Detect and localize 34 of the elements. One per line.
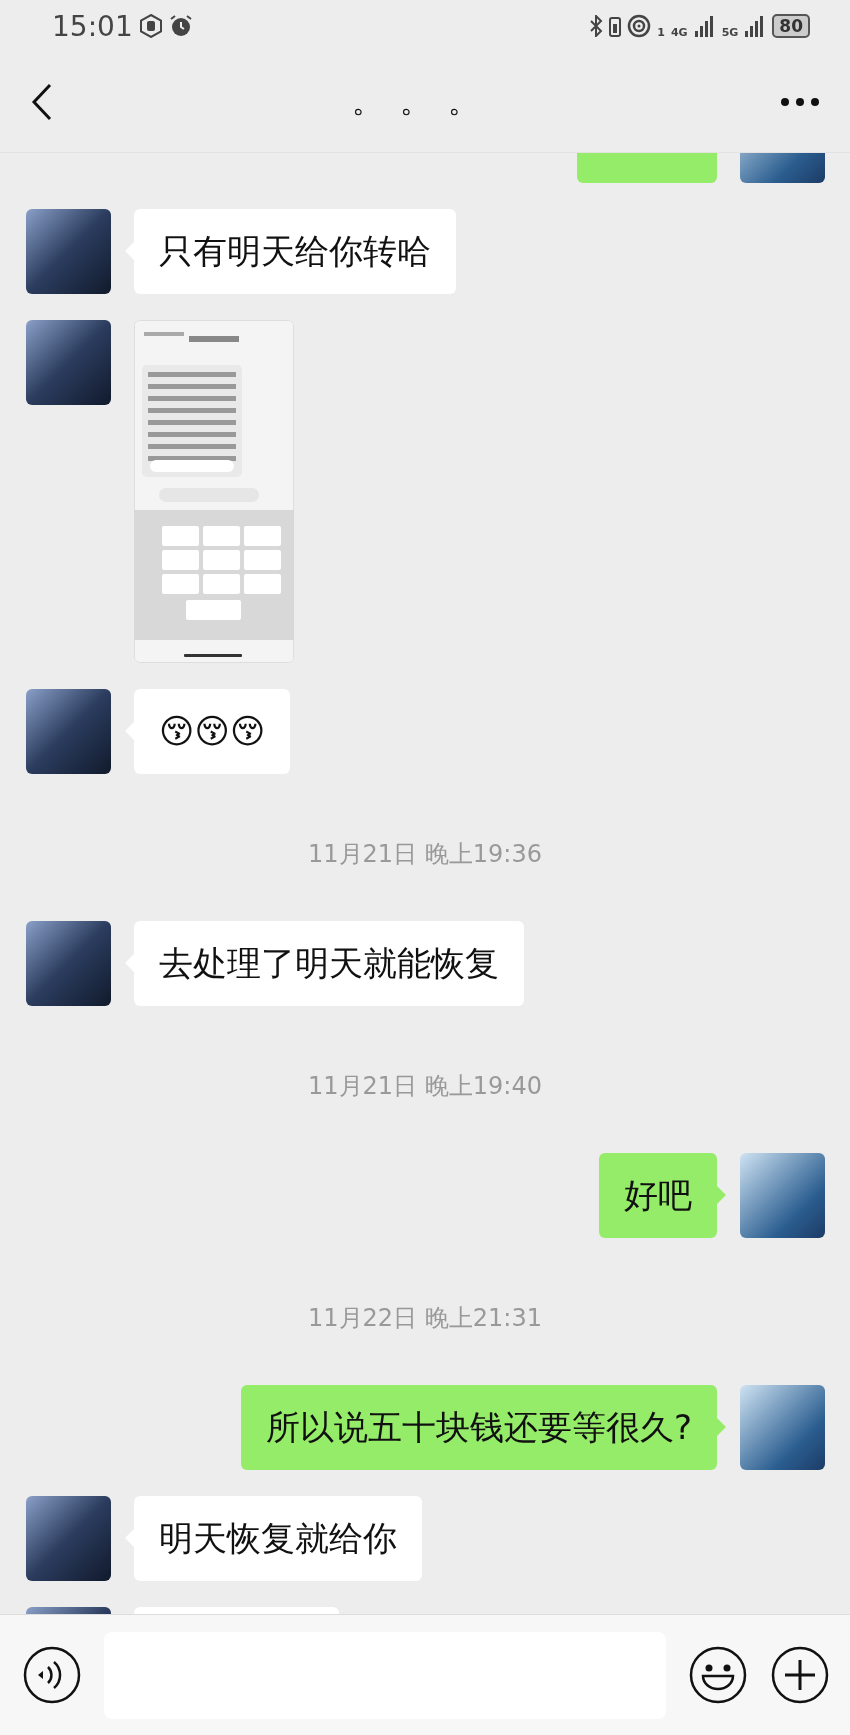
network-label: 4G — [670, 25, 688, 39]
message-timestamp: 11月22日 晚上21:31 — [308, 1304, 542, 1332]
battery-small-icon — [609, 15, 622, 37]
hotspot-icon — [627, 14, 652, 38]
message-timestamp: 11月21日 晚上19:40 — [308, 1072, 542, 1100]
back-icon[interactable] — [30, 82, 54, 122]
sms-screenshot-drawing[interactable] — [134, 320, 294, 663]
message-bubble: 😚😚😚 — [134, 689, 291, 774]
avatar-photo-placeholder[interactable] — [740, 1385, 825, 1470]
message-bubble: 只有明天给你转哈 — [134, 209, 456, 294]
voice-button[interactable] — [22, 1645, 82, 1705]
bluetooth-icon — [589, 15, 604, 37]
hotspot-count: 1 — [657, 25, 665, 39]
network-label: 5G — [721, 25, 739, 39]
add-button[interactable] — [770, 1645, 830, 1705]
avatar-photo-placeholder[interactable] — [26, 921, 111, 1006]
message-bubble: 所以说五十块钱还要等很久? — [240, 1385, 717, 1470]
alarm-icon — [168, 14, 193, 38]
battery-indicator: 80 — [772, 14, 810, 38]
hand-icon — [138, 14, 163, 38]
message-timestamp: 11月21日 晚上19:36 — [308, 840, 542, 868]
signal-icon — [693, 15, 716, 37]
status-time: 15:01 — [52, 9, 133, 43]
avatar-photo-placeholder[interactable] — [26, 1496, 111, 1581]
message-bubble: 明天恢复就给你 — [134, 1496, 422, 1581]
message-bubble: 去处理了明天就能恢复 — [134, 921, 524, 1006]
avatar-photo-placeholder[interactable] — [26, 320, 111, 405]
emoji-button[interactable] — [688, 1645, 748, 1705]
avatar-photo-placeholder[interactable] — [740, 1153, 825, 1238]
avatar-photo-placeholder[interactable] — [26, 689, 111, 774]
chat-title: 。 。 。 — [352, 82, 482, 121]
avatar-photo-placeholder[interactable] — [26, 209, 111, 294]
message-bubble: 好吧 — [599, 1153, 717, 1238]
more-icon[interactable] — [780, 97, 820, 107]
